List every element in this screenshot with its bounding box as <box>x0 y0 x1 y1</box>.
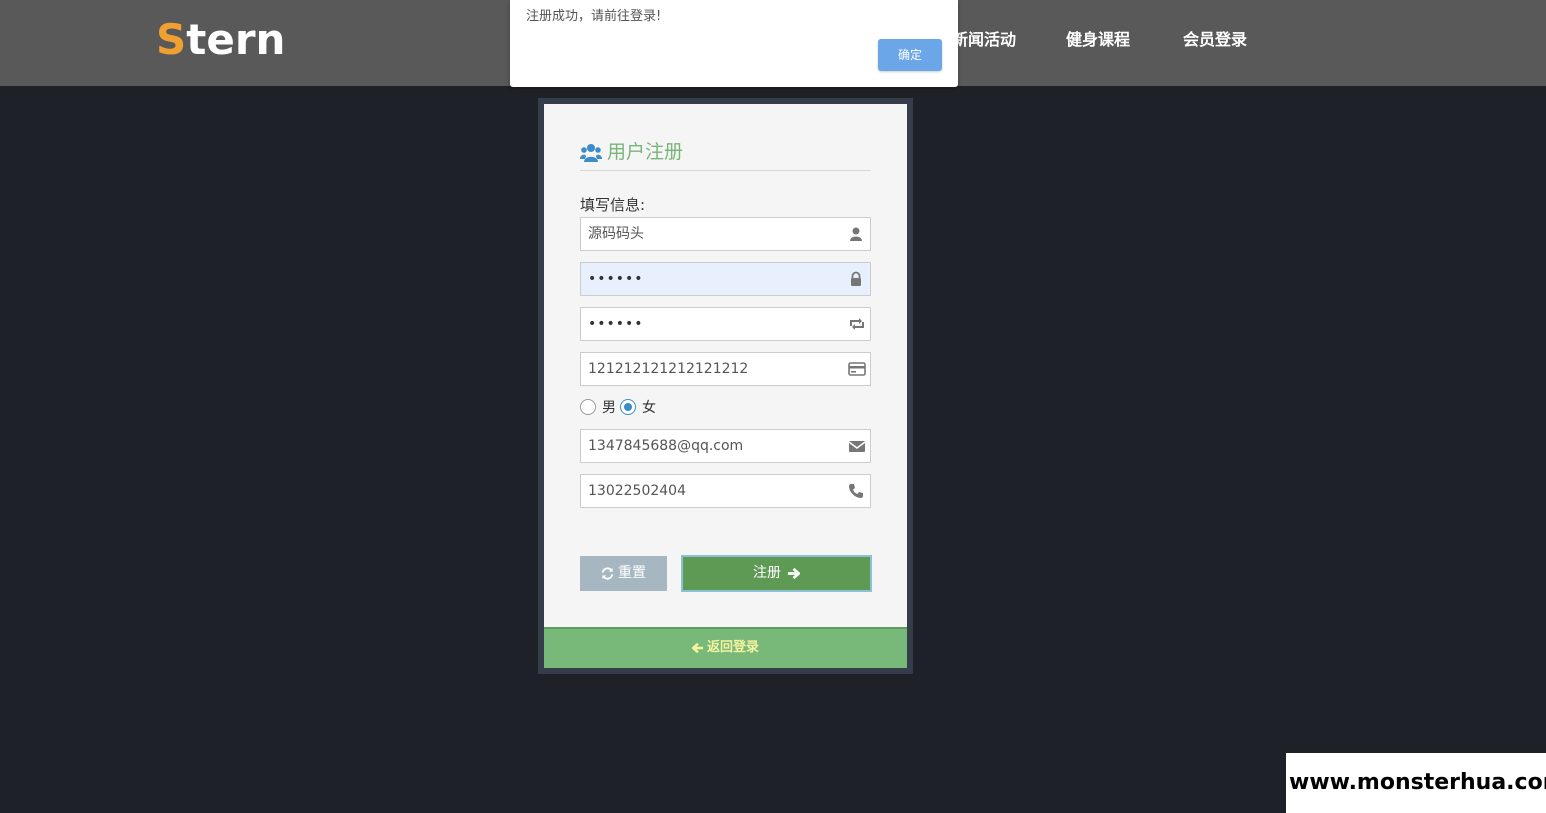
gender-female-label: 女 <box>642 400 656 416</box>
site-logo[interactable]: Stern <box>156 14 285 66</box>
id-number-field[interactable]: 121212121212121212 <box>580 352 871 386</box>
reset-button[interactable]: 重置 <box>580 556 667 591</box>
logo-rest: tern <box>186 15 286 64</box>
nav-member-login[interactable]: 会员登录 <box>1183 30 1247 50</box>
register-submit-button[interactable]: 注册 <box>681 555 872 592</box>
refresh-icon <box>601 567 614 580</box>
back-to-login-link[interactable]: 返回登录 <box>544 627 907 668</box>
user-icon <box>848 226 864 242</box>
nav-news[interactable]: 新闻活动 <box>952 30 1016 50</box>
arrow-left-icon <box>691 642 704 654</box>
logo-first-letter: S <box>156 15 187 64</box>
username-value: 源码码头 <box>588 226 644 242</box>
password-field[interactable]: •••••• <box>580 262 871 296</box>
section-label: 填写信息: <box>580 196 646 214</box>
password-value: •••••• <box>588 271 644 287</box>
credit-card-icon <box>848 361 866 377</box>
email-field[interactable]: 1347845688@qq.com <box>580 429 871 463</box>
gender-male-label: 男 <box>602 400 616 416</box>
email-value: 1347845688@qq.com <box>588 438 744 454</box>
alert-ok-button[interactable]: 确定 <box>878 39 942 71</box>
gender-male-radio[interactable] <box>580 399 596 415</box>
confirm-password-value: •••••• <box>588 316 644 332</box>
back-to-login-label: 返回登录 <box>706 640 759 655</box>
success-alert-dialog: 注册成功，请前往登录! 确定 <box>510 0 958 87</box>
confirm-password-field[interactable]: •••••• <box>580 307 871 341</box>
retweet-icon <box>848 316 864 332</box>
nav-courses[interactable]: 健身课程 <box>1066 30 1130 50</box>
watermark: www.monsterhua.com <box>1286 753 1546 813</box>
lock-icon <box>848 271 864 287</box>
phone-icon <box>848 483 864 499</box>
gender-female-radio[interactable] <box>620 399 636 415</box>
id-number-value: 121212121212121212 <box>588 361 749 377</box>
phone-value: 13022502404 <box>588 483 686 499</box>
phone-field[interactable]: 13022502404 <box>580 474 871 508</box>
submit-label: 注册 <box>753 565 781 581</box>
alert-message: 注册成功，请前往登录! <box>526 9 662 24</box>
envelope-icon <box>848 438 866 454</box>
panel-title-text: 用户注册 <box>607 141 684 163</box>
reset-label: 重置 <box>618 565 646 581</box>
username-field[interactable]: 源码码头 <box>580 217 871 251</box>
arrow-right-icon <box>787 567 800 580</box>
panel-title: 用户注册 <box>580 140 871 171</box>
users-icon <box>580 142 602 164</box>
